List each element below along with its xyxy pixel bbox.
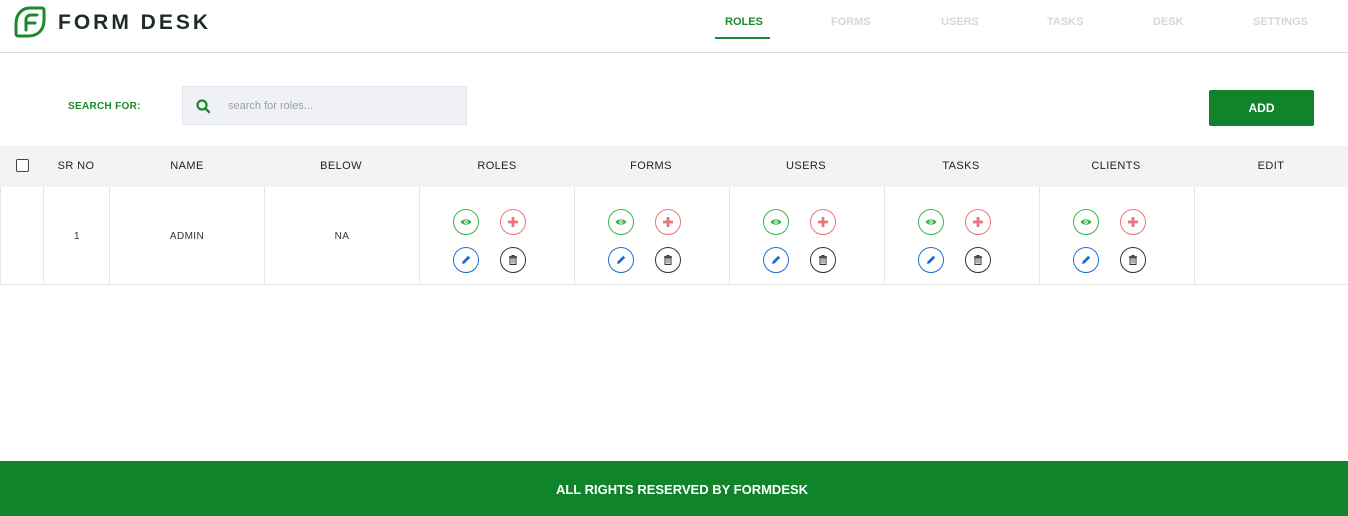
edit-cell <box>1194 187 1348 284</box>
pencil-icon <box>617 255 626 264</box>
clients-edit-button[interactable] <box>1073 247 1099 273</box>
clients-delete-button[interactable] <box>1120 247 1146 273</box>
roles-permissions-cell <box>419 187 574 284</box>
users-delete-button[interactable] <box>810 247 836 273</box>
eye-icon <box>1080 219 1092 225</box>
tasks-delete-button[interactable] <box>965 247 991 273</box>
clients-add-button[interactable] <box>1120 209 1146 235</box>
pencil-icon <box>927 255 936 264</box>
pencil-icon <box>1082 255 1091 264</box>
tasks-add-button[interactable] <box>965 209 991 235</box>
plus-icon <box>663 217 673 227</box>
table-row: 1 ADMIN NA <box>0 187 1348 285</box>
roles-delete-button[interactable] <box>500 247 526 273</box>
forms-permissions-cell <box>574 187 729 284</box>
col-clients: CLIENTS <box>1091 160 1141 172</box>
pencil-icon <box>772 255 781 264</box>
search-box[interactable] <box>182 86 467 125</box>
col-edit: EDIT <box>1257 160 1285 172</box>
nav-forms[interactable]: FORMS <box>831 16 871 28</box>
col-users: USERS <box>786 160 826 172</box>
col-forms: FORMS <box>630 160 672 172</box>
users-add-button[interactable] <box>810 209 836 235</box>
trash-icon <box>664 255 672 265</box>
roles-add-button[interactable] <box>500 209 526 235</box>
users-permissions-cell <box>729 187 884 284</box>
sr-no-cell: 1 <box>43 187 109 284</box>
trash-icon <box>974 255 982 265</box>
users-edit-button[interactable] <box>763 247 789 273</box>
plus-icon <box>1128 217 1138 227</box>
nav-desk[interactable]: DESK <box>1153 16 1184 28</box>
eye-icon <box>460 219 472 225</box>
forms-delete-button[interactable] <box>655 247 681 273</box>
pencil-icon <box>462 255 471 264</box>
plus-icon <box>973 217 983 227</box>
forms-view-button[interactable] <box>608 209 634 235</box>
forms-edit-button[interactable] <box>608 247 634 273</box>
col-sr-no: SR NO <box>57 160 95 172</box>
search-input[interactable] <box>228 95 448 117</box>
eye-icon <box>615 219 627 225</box>
top-header: FORM DESK ROLES FORMS USERS TASKS DESK S… <box>0 0 1348 53</box>
nav-tasks[interactable]: TASKS <box>1047 16 1083 28</box>
table-header: SR NO NAME BELOW ROLES FORMS USERS TASKS… <box>0 146 1348 187</box>
search-label: SEARCH FOR: <box>68 101 141 112</box>
col-below: BELOW <box>320 160 362 172</box>
col-name: NAME <box>170 160 204 172</box>
roles-edit-button[interactable] <box>453 247 479 273</box>
users-view-button[interactable] <box>763 209 789 235</box>
col-tasks: TASKS <box>942 160 980 172</box>
nav-users[interactable]: USERS <box>941 16 979 28</box>
roles-view-button[interactable] <box>453 209 479 235</box>
nav-roles[interactable]: ROLES <box>725 16 763 28</box>
tasks-permissions-cell <box>884 187 1039 284</box>
tasks-view-button[interactable] <box>918 209 944 235</box>
clients-view-button[interactable] <box>1073 209 1099 235</box>
below-cell: NA <box>264 187 419 284</box>
plus-icon <box>508 217 518 227</box>
plus-icon <box>818 217 828 227</box>
forms-add-button[interactable] <box>655 209 681 235</box>
brand-name: FORM DESK <box>58 11 211 34</box>
trash-icon <box>819 255 827 265</box>
col-roles: ROLES <box>477 160 517 172</box>
nav-active-indicator <box>715 37 770 39</box>
sr-no-value: 1 <box>74 231 80 242</box>
footer-text: ALL RIGHTS RESERVED BY FORMDESK <box>555 482 809 497</box>
name-cell: ADMIN <box>109 187 264 284</box>
trash-icon <box>1129 255 1137 265</box>
trash-icon <box>509 255 517 265</box>
select-all-checkbox[interactable] <box>16 159 29 172</box>
nav-settings[interactable]: SETTINGS <box>1253 16 1308 28</box>
clients-permissions-cell <box>1039 187 1194 284</box>
form-desk-logo-icon[interactable] <box>14 6 46 38</box>
name-value: ADMIN <box>169 231 205 242</box>
row-select-cell <box>0 187 43 284</box>
tasks-edit-button[interactable] <box>918 247 944 273</box>
add-role-button[interactable]: ADD <box>1209 90 1314 126</box>
eye-icon <box>925 219 937 225</box>
search-icon <box>196 99 211 114</box>
footer: ALL RIGHTS RESERVED BY FORMDESK <box>0 461 1348 516</box>
below-value: NA <box>334 231 350 242</box>
eye-icon <box>770 219 782 225</box>
